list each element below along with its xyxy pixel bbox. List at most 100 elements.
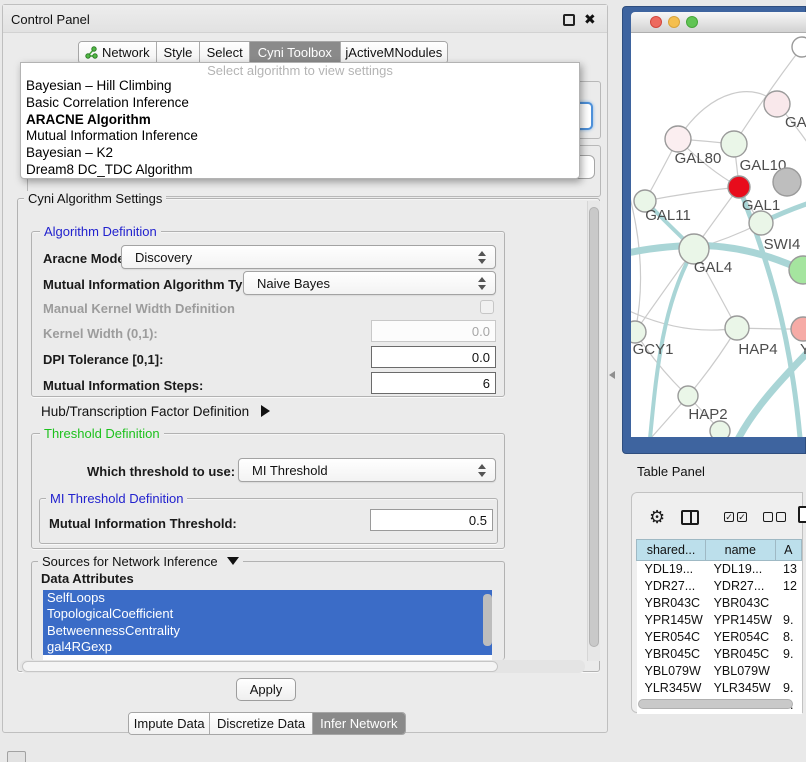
tab-jactivemnodules[interactable]: jActiveMNodules (341, 42, 447, 63)
network-node-gcy1[interactable] (631, 321, 646, 343)
table-row[interactable]: YDL19...YDL19...13 (637, 561, 802, 578)
table-row[interactable]: YPR145WYPR145W9. (637, 612, 802, 629)
network-edge[interactable] (678, 92, 777, 139)
select-all-columns-icon[interactable]: ✓✓ (724, 512, 747, 522)
node-attribute-table: shared...nameAYDL19...YDL19...13YDR27...… (636, 539, 802, 714)
algorithm-option[interactable]: Dream8 DC_TDC Algorithm (21, 162, 579, 179)
minimize-window-icon[interactable] (668, 16, 680, 28)
show-columns-icon[interactable] (681, 510, 699, 525)
kernel-width-field[interactable]: 0.0 (371, 320, 496, 342)
table-row[interactable]: YER054CYER054C8. (637, 629, 802, 646)
data-attribute-item[interactable]: TopologicalCoefficient (43, 606, 492, 622)
data-attribute-item[interactable]: SelfLoops (43, 590, 492, 606)
dpi-tolerance-field[interactable]: 0.0 (371, 346, 496, 368)
network-node-gal80[interactable] (665, 126, 691, 152)
column-header-0[interactable]: shared... (637, 540, 706, 561)
sources-group-title[interactable]: Sources for Network Inference (38, 554, 243, 569)
network-node[interactable] (792, 37, 806, 57)
network-edge[interactable] (645, 187, 739, 201)
algorithm-dropdown-popup: Select algorithm to view settings Bayesi… (20, 62, 580, 179)
deselect-all-columns-icon[interactable] (763, 512, 786, 522)
table-cell: YLR345W (637, 680, 706, 697)
mi-threshold-field[interactable]: 0.5 (370, 509, 493, 531)
node-label: GCY1 (633, 341, 674, 358)
table-cell: YER054C (637, 629, 706, 646)
table-cell: 9. (775, 646, 802, 663)
control-panel-title: Control Panel (11, 12, 90, 27)
combo-spinner-icon (478, 464, 486, 477)
expand-right-icon (261, 405, 270, 417)
mi-steps-field[interactable]: 6 (371, 372, 496, 394)
tab-network[interactable]: Network (79, 42, 157, 63)
mi-type-label: Mutual Information Algorithm Type: (43, 277, 262, 292)
algorithm-option[interactable]: ARACNE Algorithm (21, 112, 579, 129)
table-horizontal-scrollbar[interactable] (638, 699, 793, 709)
close-window-icon[interactable] (650, 16, 662, 28)
network-node[interactable] (773, 168, 801, 196)
algorithm-option[interactable]: Bayesian – Hill Climbing (21, 78, 579, 95)
new-table-icon[interactable] (798, 506, 806, 523)
data-attribute-item[interactable]: BetweennessCentrality (43, 623, 492, 639)
algorithm-option[interactable]: Bayesian – K2 (21, 145, 579, 162)
table-row[interactable]: YDR27...YDR27...12 (637, 578, 802, 595)
network-node-hap2[interactable] (678, 386, 698, 406)
network-node-gal1[interactable] (728, 176, 750, 198)
mi-threshold-group-title: MI Threshold Definition (46, 491, 187, 506)
manual-kernel-checkbox[interactable] (480, 300, 494, 314)
tab-discretize-data[interactable]: Discretize Data (210, 713, 312, 734)
tab-infer-network[interactable]: Infer Network (313, 713, 405, 734)
dpi-tolerance-label: DPI Tolerance [0,1]: (43, 352, 163, 367)
node-label: Y (800, 341, 806, 358)
zoom-window-icon[interactable] (686, 16, 698, 28)
tab-select[interactable]: Select (200, 42, 250, 63)
network-node[interactable] (789, 256, 806, 284)
tab-cyni-toolbox[interactable]: Cyni Toolbox (250, 42, 341, 63)
column-header-2[interactable]: A (775, 540, 802, 561)
splitpane-collapse-arrow[interactable] (609, 371, 615, 379)
minimized-panel-icon[interactable] (7, 751, 26, 762)
tab-label: Cyni Toolbox (258, 45, 332, 60)
tab-style[interactable]: Style (157, 42, 201, 63)
node-label: GAL (785, 114, 806, 131)
network-node-hap4[interactable] (725, 316, 749, 340)
algorithm-option[interactable]: Basic Correlation Inference (21, 95, 579, 112)
network-edge[interactable] (631, 307, 737, 330)
network-window-titlebar[interactable] (631, 12, 806, 33)
column-header-1[interactable]: name (706, 540, 775, 561)
table-row[interactable]: YLR345WYLR345W9. (637, 680, 802, 697)
network-canvas[interactable]: GALGAL80GAL10GAL1GAL11SWI4GAL4GCY1HAP4YH… (631, 33, 806, 437)
combo-spinner-icon (478, 251, 486, 264)
network-node-gal10[interactable] (721, 131, 747, 157)
control-panel-tab-bar: NetworkStyleSelect Cyni Toolbox jActiveMNo… (78, 41, 448, 64)
hub-definition-expander[interactable]: Hub/Transcription Factor Definition (41, 404, 270, 419)
table-row[interactable]: YBL079WYBL079W (637, 663, 802, 680)
aracne-mode-combo[interactable]: Discovery (121, 245, 496, 269)
algorithm-definition-title: Algorithm Definition (40, 224, 161, 239)
settings-vertical-scrollbar[interactable] (587, 201, 600, 661)
table-panel: ⚙ ✓✓ shared...nameAYDL19...YDL19...13YDR… (631, 492, 803, 713)
attribute-list-scrollbar[interactable] (483, 594, 492, 646)
table-cell: YER054C (706, 629, 775, 646)
network-node-y[interactable] (791, 317, 806, 341)
close-panel-icon[interactable]: ✖ (584, 11, 596, 28)
control-panel-titlebar (3, 5, 607, 33)
apply-button[interactable]: Apply (236, 678, 296, 701)
network-node-swi4[interactable] (749, 211, 773, 235)
float-panel-icon[interactable] (563, 14, 575, 26)
table-row[interactable]: YBR043CYBR043C (637, 595, 802, 612)
kernel-width-label: Kernel Width (0,1): (43, 326, 158, 341)
tab-impute-data[interactable]: Impute Data (129, 713, 210, 734)
table-settings-gear-icon[interactable]: ⚙ (649, 507, 665, 528)
table-cell: 8. (775, 629, 802, 646)
mi-type-value: Naive Bayes (257, 276, 330, 291)
mi-type-combo[interactable]: Naive Bayes (243, 271, 496, 295)
which-threshold-combo[interactable]: MI Threshold (238, 458, 496, 482)
mi-steps-label: Mutual Information Steps: (43, 378, 203, 393)
settings-horizontal-scrollbar[interactable] (20, 660, 585, 673)
algorithm-option[interactable]: Mutual Information Inference (21, 128, 579, 145)
data-attribute-item[interactable]: gal4RGexp (43, 639, 492, 655)
table-cell: YDL19... (637, 561, 706, 578)
network-node[interactable] (710, 421, 730, 437)
table-row[interactable]: YBR045CYBR045C9. (637, 646, 802, 663)
table-cell: YDR27... (637, 578, 706, 595)
